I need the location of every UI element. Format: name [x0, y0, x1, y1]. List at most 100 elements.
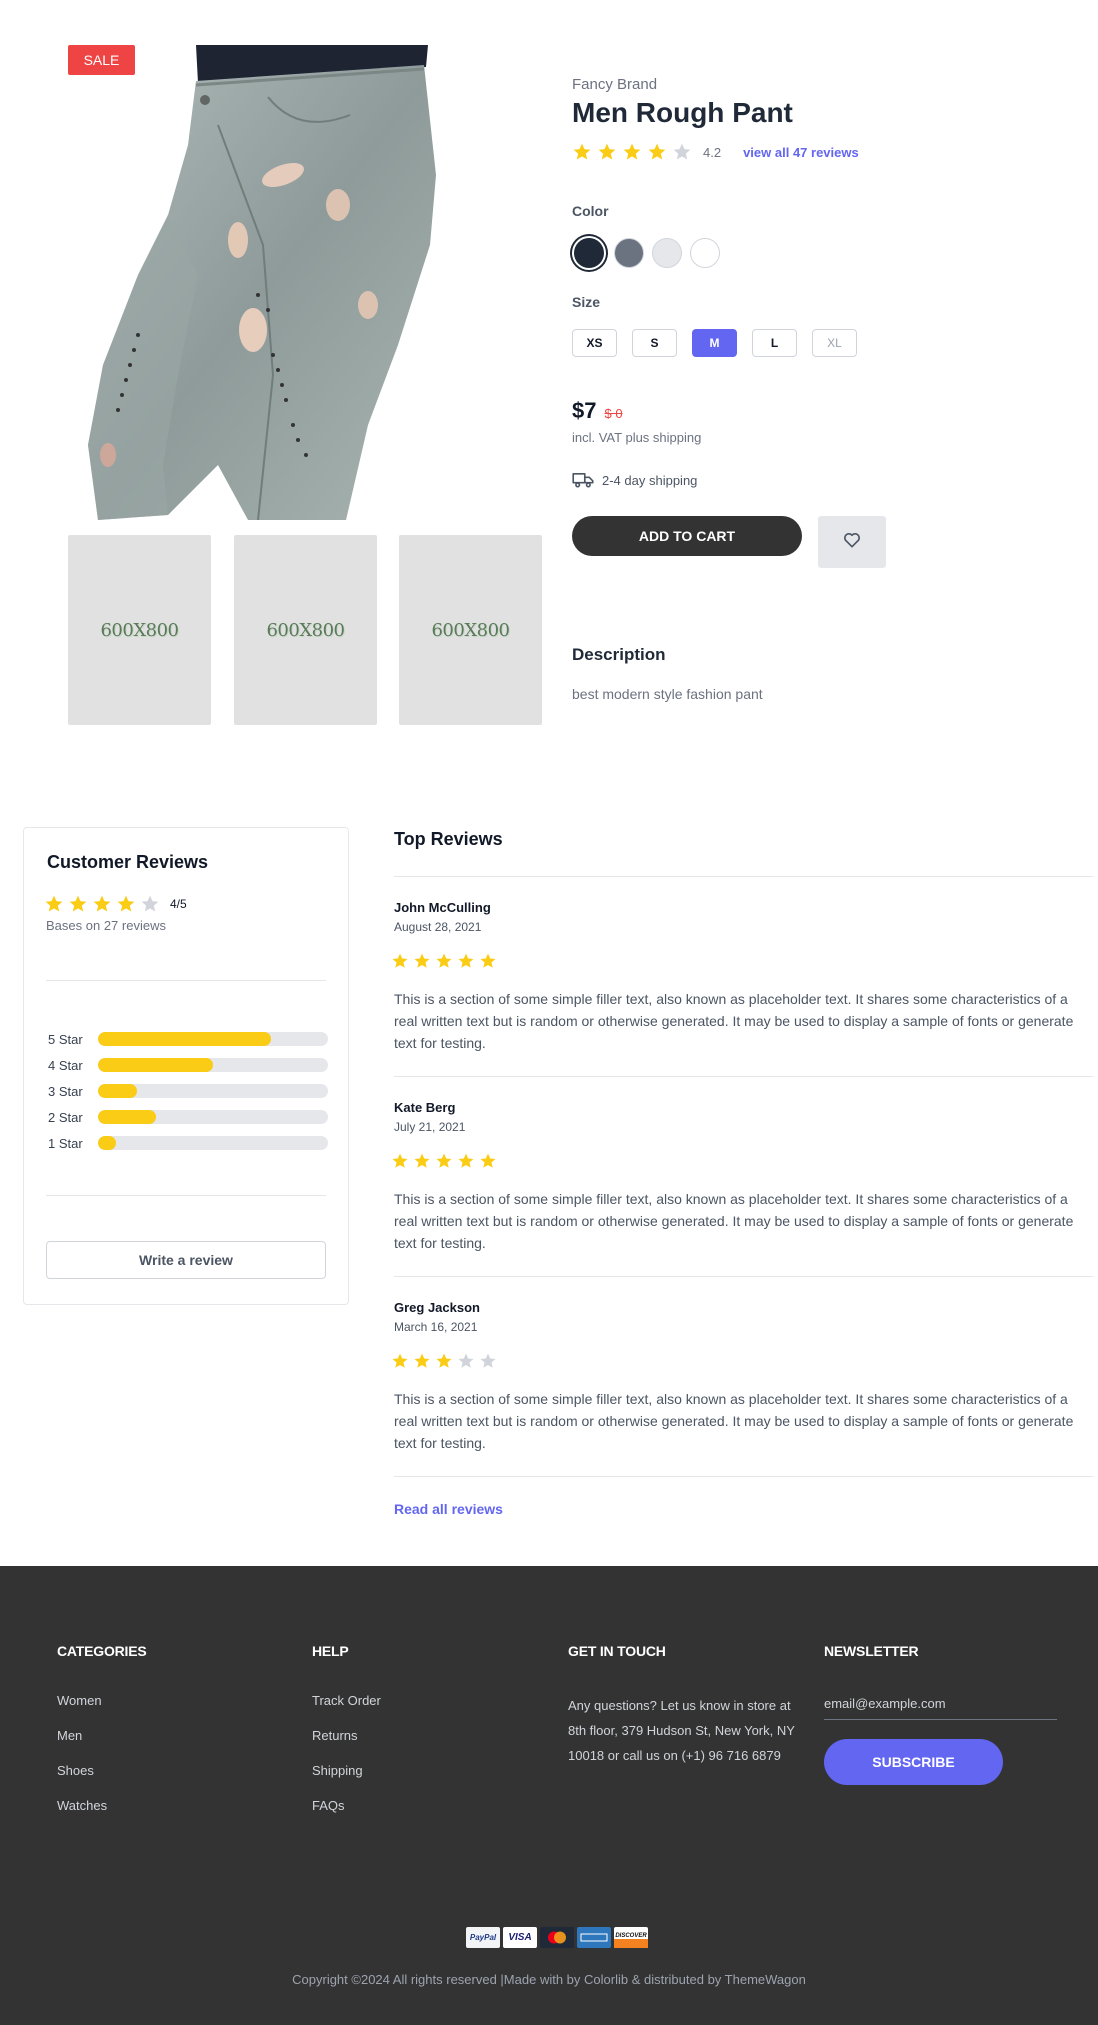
rating-bar-row: 2 Star [48, 1104, 328, 1130]
rating-score: 4/5 [170, 897, 187, 911]
newsletter-email-input[interactable] [824, 1688, 1057, 1720]
reviewer-name: John McCulling [394, 900, 491, 915]
footer-link-men[interactable]: Men [57, 1728, 147, 1763]
thumbnail[interactable]: 600X800 [68, 535, 211, 725]
divider [46, 980, 326, 981]
overall-rating: 4/5 [44, 894, 187, 914]
star-filled-icon [68, 894, 88, 914]
payment-methods: PayPal VISA DISCOVER [466, 1927, 651, 1948]
price-block: $7 $ 0 [572, 398, 623, 424]
rating-bar-label: 1 Star [48, 1135, 83, 1151]
star-empty-icon [479, 1352, 497, 1370]
footer-contact: GET IN TOUCH Any questions? Let us know … [568, 1643, 808, 1768]
rating-bar-track [98, 1084, 328, 1098]
read-all-reviews-link[interactable]: Read all reviews [394, 1501, 503, 1517]
footer-link-shoes[interactable]: Shoes [57, 1763, 147, 1798]
rating-bar-label: 5 Star [48, 1031, 83, 1047]
review-date: July 21, 2021 [394, 1120, 466, 1134]
discover-icon: DISCOVER [614, 1927, 648, 1948]
review-item: Kate Berg July 21, 2021 This is a section … [391, 1076, 1093, 1276]
thumbnail[interactable]: 600X800 [234, 535, 377, 725]
star-empty-icon [672, 142, 692, 162]
footer-link-shipping[interactable]: Shipping [312, 1763, 381, 1798]
size-option-xl[interactable]: XL [812, 329, 857, 357]
old-price: $ 0 [604, 406, 623, 421]
rating-bar-fill [98, 1058, 213, 1072]
footer-help: HELP Track Order Returns Shipping FAQs [312, 1643, 381, 1833]
copyright-text: Copyright ©2024 All rights reserved |Mad… [292, 1972, 806, 1987]
star-filled-icon [413, 952, 431, 970]
footer-link-women[interactable]: Women [57, 1693, 147, 1728]
size-option-s[interactable]: S [632, 329, 677, 357]
color-swatch-gray[interactable] [614, 238, 644, 268]
reviewer-name: Kate Berg [394, 1100, 456, 1115]
star-filled-icon [391, 952, 409, 970]
svg-text:DISCOVER: DISCOVER [615, 1933, 647, 1939]
review-count: Bases on 27 reviews [46, 918, 166, 933]
star-filled-icon [391, 1352, 409, 1370]
subscribe-button[interactable]: SUBSCRIBE [824, 1739, 1003, 1785]
star-filled-icon [572, 142, 592, 162]
footer: CATEGORIES Women Men Shoes Watches HELP … [0, 1566, 1098, 2025]
rating-bar-row: 4 Star [48, 1052, 328, 1078]
footer-heading: CATEGORIES [57, 1643, 147, 1659]
rating-bar-fill [98, 1084, 138, 1098]
amex-icon [577, 1927, 611, 1948]
rating-bar-label: 2 Star [48, 1109, 83, 1125]
sale-badge: SALE [68, 45, 135, 75]
rating-bar-row: 3 Star [48, 1078, 328, 1104]
description-heading: Description [572, 645, 666, 664]
color-swatch-light-gray[interactable] [652, 238, 682, 268]
footer-link-watches[interactable]: Watches [57, 1798, 147, 1833]
footer-categories: CATEGORIES Women Men Shoes Watches [57, 1643, 147, 1833]
footer-link-track-order[interactable]: Track Order [312, 1693, 381, 1728]
star-empty-icon [457, 1352, 475, 1370]
star-filled-icon [622, 142, 642, 162]
color-swatch-white[interactable] [690, 238, 720, 268]
review-stars [391, 1152, 501, 1170]
star-filled-icon [597, 142, 617, 162]
truck-icon [572, 472, 594, 488]
rating-bar-fill [98, 1032, 271, 1046]
star-filled-icon [44, 894, 64, 914]
star-filled-icon [457, 952, 475, 970]
star-filled-icon [647, 142, 667, 162]
paypal-icon: PayPal [466, 1927, 500, 1948]
review-item: John McCulling August 28, 2021 This is a s… [391, 876, 1093, 1076]
rating-bar-label: 4 Star [48, 1057, 83, 1073]
view-all-reviews-link[interactable]: view all 47 reviews [743, 145, 859, 160]
footer-link-returns[interactable]: Returns [312, 1728, 381, 1763]
jeans-photo [68, 45, 437, 520]
review-item: Greg Jackson March 16, 2021 This is a sect… [391, 1276, 1093, 1476]
star-filled-icon [413, 1152, 431, 1170]
customer-reviews-title: Customer Reviews [47, 852, 209, 872]
review-date: March 16, 2021 [394, 1320, 478, 1334]
shipping-text: 2-4 day shipping [602, 472, 698, 488]
review-text: This is a section of some simple filler … [394, 1391, 1074, 1451]
rating-bar-track [98, 1032, 328, 1046]
product-title: Men Rough Pant [572, 97, 793, 128]
color-swatch-dark-navy[interactable] [574, 238, 604, 268]
rating-stars [572, 142, 697, 162]
size-label: Size [572, 294, 601, 310]
rating-bar-track [98, 1110, 328, 1124]
thumbnail[interactable]: 600X800 [399, 535, 542, 725]
size-option-l[interactable]: L [752, 329, 797, 357]
wishlist-button[interactable] [818, 516, 886, 568]
divider [46, 1195, 326, 1196]
footer-link-faqs[interactable]: FAQs [312, 1798, 381, 1833]
star-filled-icon [435, 952, 453, 970]
write-review-button[interactable]: Write a review [46, 1241, 326, 1279]
description-text: best modern style fashion pant [572, 686, 763, 702]
add-to-cart-button[interactable]: ADD TO CART [572, 516, 802, 556]
current-price: $7 [572, 398, 597, 423]
size-option-xs[interactable]: XS [572, 329, 617, 357]
product-rating: 4.2 view all 47 reviews [572, 142, 859, 162]
star-filled-icon [116, 894, 136, 914]
product-main-image [68, 45, 437, 520]
top-reviews-title: Top Reviews [394, 829, 503, 849]
footer-heading: NEWSLETTER [824, 1643, 919, 1659]
customer-reviews-card: Customer Reviews 4/5 Bases on 27 reviews… [23, 827, 349, 1305]
size-option-m[interactable]: M [692, 329, 737, 357]
reviewer-name: Greg Jackson [394, 1300, 480, 1315]
